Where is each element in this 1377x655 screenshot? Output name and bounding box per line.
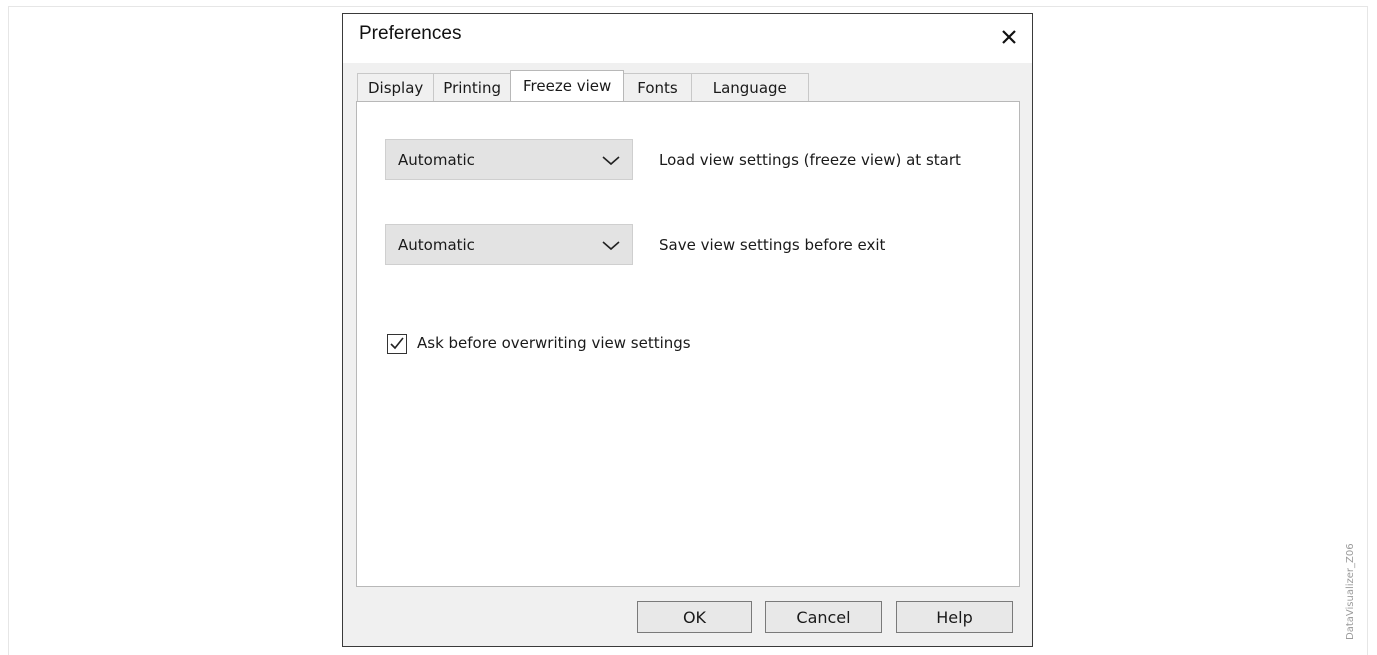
tab-display[interactable]: Display xyxy=(357,73,435,101)
tab-label: Fonts xyxy=(637,78,678,97)
tab-language[interactable]: Language xyxy=(690,73,809,101)
close-button[interactable] xyxy=(998,26,1020,48)
button-label: Cancel xyxy=(796,607,851,627)
dropdown-value: Automatic xyxy=(398,236,475,254)
freeze-view-panel: Automatic Load view settings (freeze vie… xyxy=(356,101,1020,587)
tab-freeze-view[interactable]: Freeze view xyxy=(510,70,625,101)
preferences-dialog: Preferences Display Printing Freeze view… xyxy=(342,13,1033,647)
chevron-down-icon xyxy=(602,241,620,251)
tab-printing[interactable]: Printing xyxy=(433,73,511,101)
title-bar: Preferences xyxy=(343,14,1032,63)
ask-overwrite-checkbox[interactable] xyxy=(387,334,407,354)
load-view-dropdown[interactable]: Automatic xyxy=(385,139,633,180)
save-view-dropdown[interactable]: Automatic xyxy=(385,224,633,265)
tab-label: Language xyxy=(712,78,787,97)
ok-button[interactable]: OK xyxy=(637,601,752,633)
checkmark-icon xyxy=(390,337,404,350)
dialog-title: Preferences xyxy=(359,23,462,44)
tab-label: Display xyxy=(368,78,424,97)
help-button[interactable]: Help xyxy=(896,601,1013,633)
load-view-label: Load view settings (freeze view) at star… xyxy=(659,151,961,169)
cancel-button[interactable]: Cancel xyxy=(765,601,882,633)
figure-id-label: DataVisualizer_Z06 xyxy=(1345,543,1356,640)
tab-fonts[interactable]: Fonts xyxy=(623,73,692,101)
close-icon xyxy=(1002,30,1016,44)
save-view-label: Save view settings before exit xyxy=(659,236,886,254)
tab-bar: Display Printing Freeze view Fonts Langu… xyxy=(357,70,809,102)
tab-label: Freeze view xyxy=(523,77,612,95)
chevron-down-icon xyxy=(602,156,620,166)
ask-overwrite-label: Ask before overwriting view settings xyxy=(417,334,691,352)
dropdown-value: Automatic xyxy=(398,151,475,169)
button-label: Help xyxy=(936,607,973,627)
tab-label: Printing xyxy=(443,78,501,97)
button-label: OK xyxy=(682,607,707,627)
